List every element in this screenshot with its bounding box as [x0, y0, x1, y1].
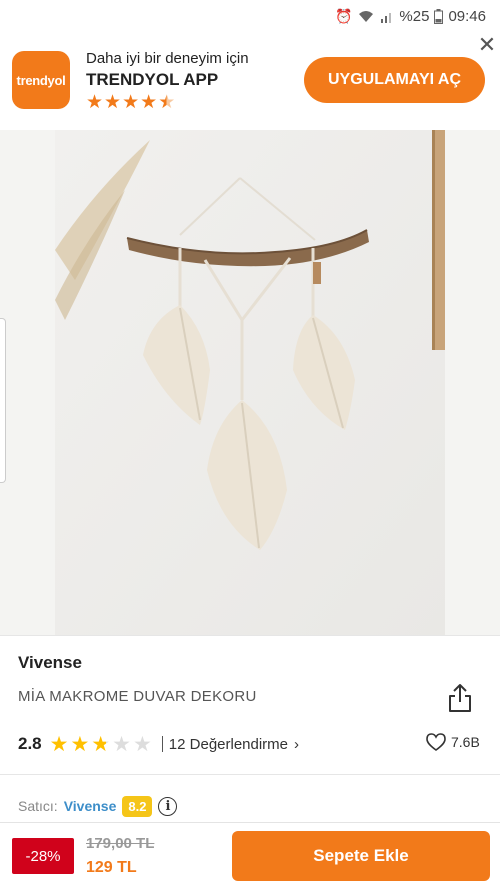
rating-stars: ★ ★ ★ ★ ★ — [50, 734, 152, 755]
star-empty-icon: ★ — [132, 732, 152, 756]
status-bar: ⏰ %25 09:46 — [0, 0, 500, 32]
star-icon: ★ — [86, 92, 104, 113]
close-icon[interactable]: ✕ — [476, 32, 498, 57]
review-label: Değerlendirme — [189, 735, 289, 753]
trendyol-app-logo: trendyol — [12, 51, 70, 109]
product-title: MİA MAKROME DUVAR DEKORU — [18, 688, 257, 705]
rating-row: 2.8 ★ ★ ★ ★ ★ 12 Değerlendirme › — [18, 732, 299, 756]
seller-label: Satıcı: — [18, 798, 58, 814]
app-name: TRENDYOL APP — [86, 70, 219, 89]
review-count-link[interactable]: 12 Değerlendirme — [169, 736, 288, 753]
star-icon: ★ — [140, 92, 158, 113]
heart-icon[interactable] — [426, 733, 446, 751]
alarm-icon: ⏰ — [334, 7, 353, 24]
chevron-right-icon[interactable]: › — [294, 736, 299, 753]
rating-separator — [161, 736, 163, 752]
clock: 09:46 — [448, 7, 486, 25]
seller-row: Satıcı: Vivense 8.2 i — [18, 794, 178, 818]
divider — [0, 774, 500, 775]
gallery-side-handle[interactable] — [0, 318, 6, 483]
open-app-button[interactable]: UYGULAMAYI AÇ — [304, 57, 485, 103]
favorite-button[interactable]: 7.6B — [426, 733, 480, 751]
battery-percent: %25 — [399, 7, 430, 25]
star-icon: ★ — [122, 92, 140, 113]
product-image-gallery[interactable] — [0, 130, 500, 635]
product-brand[interactable]: Vivense — [18, 653, 82, 673]
star-icon: ★ — [49, 732, 69, 756]
seller-name-link[interactable]: Vivense — [64, 798, 117, 814]
current-price: 129 TL — [86, 859, 137, 876]
signal-icon — [381, 13, 392, 23]
review-count: 12 — [168, 735, 186, 753]
app-logo-text: trendyol — [16, 72, 66, 88]
bottom-purchase-bar: -28% 179,00 TL 129 TL Sepete Ekle — [0, 822, 500, 888]
product-image[interactable] — [55, 130, 445, 635]
app-install-banner: trendyol Daha iyi bir deneyim için TREND… — [0, 32, 500, 130]
seller-score-badge: 8.2 — [122, 795, 153, 817]
star-icon: ★ — [70, 732, 90, 756]
star-icon: ★ — [104, 92, 122, 113]
add-to-cart-button[interactable]: Sepete Ekle — [232, 831, 490, 881]
share-icon[interactable] — [447, 683, 473, 713]
star-half-icon: ★ — [158, 92, 176, 113]
divider — [0, 635, 500, 636]
app-rating-stars: ★ ★ ★ ★ ★ — [86, 91, 175, 114]
favorite-count: 7.6B — [451, 734, 480, 750]
app-tagline: Daha iyi bir deneyim için — [86, 50, 249, 67]
discount-badge: -28% — [12, 838, 74, 874]
wifi-icon — [359, 11, 374, 22]
old-price: 179,00 TL — [86, 835, 155, 852]
star-empty-icon: ★ — [112, 732, 131, 756]
star-partial-icon: ★ — [91, 732, 111, 756]
info-icon[interactable]: i — [158, 796, 178, 816]
status-icons: ⏰ %25 09:46 — [335, 8, 486, 25]
rating-value: 2.8 — [18, 734, 42, 753]
battery-icon — [434, 8, 444, 24]
